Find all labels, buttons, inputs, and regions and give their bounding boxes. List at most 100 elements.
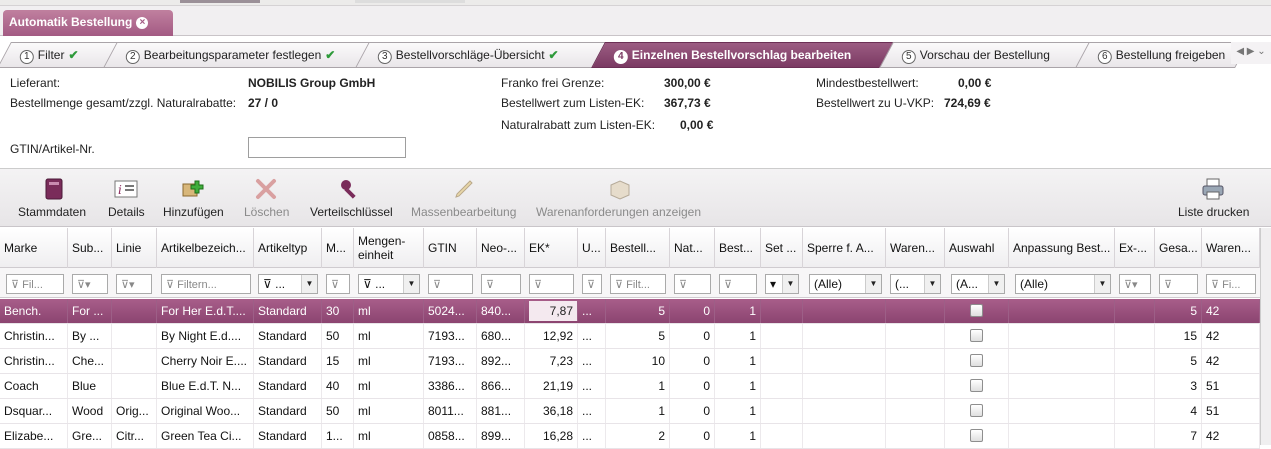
col-ex[interactable]: Ex-...	[1115, 228, 1155, 268]
wizard-step-vorschau[interactable]: 5 Vorschau der Bestellung	[879, 42, 1091, 68]
filter-auswahl[interactable]: (A... ▼	[951, 274, 1005, 294]
wizard-step-bestellvorschlaege[interactable]: 3 Bestellvorschläge-Übersicht ✔	[355, 42, 609, 68]
cell-marke: Christin...	[0, 324, 68, 348]
filter-gtin[interactable]: ⊽	[428, 274, 473, 294]
col-artikeltyp[interactable]: Artikeltyp	[254, 228, 322, 268]
select-checkbox[interactable]	[970, 404, 983, 417]
col-bestell[interactable]: Bestell...	[606, 228, 670, 268]
filter-text: Fil...	[22, 279, 43, 291]
col-sub[interactable]: Sub...	[68, 228, 112, 268]
filter-einheit[interactable]: ⊽ ... ▼	[358, 274, 420, 294]
filter-linie[interactable]: ⊽▾	[116, 274, 152, 294]
cell-ek[interactable]: 36,18	[525, 399, 578, 423]
filter-anpassung[interactable]: (Alle) ▼	[1015, 274, 1111, 294]
wizard-step-freigeben[interactable]: 6 Bestellung freigeben	[1075, 42, 1249, 68]
filter-neo[interactable]: ⊽	[481, 274, 521, 294]
filter-best[interactable]: ⊽	[719, 274, 757, 294]
cell-ex	[1115, 299, 1155, 323]
tab-title: Automatik Bestellung	[9, 15, 133, 29]
tab-automatik-bestellung[interactable]: Automatik Bestellung ×	[3, 10, 173, 36]
table-row[interactable]: Christin... By ... By Night E.d.... Stan…	[0, 324, 1260, 349]
col-artikelbezeichnung[interactable]: Artikelbezeich...	[157, 228, 254, 268]
hinzufuegen-icon[interactable]	[180, 177, 204, 201]
table-row[interactable]: Coach Blue Blue E.d.T. N... Standard 40 …	[0, 374, 1260, 399]
cell-ek[interactable]: 16,28	[525, 424, 578, 448]
col-ek[interactable]: EK*	[525, 228, 578, 268]
filter-artikel[interactable]: ⊽ Filtern...	[161, 274, 251, 294]
cell-gtin: 8011...	[424, 399, 477, 423]
filter-artikeltyp[interactable]: ⊽ ... ▼	[258, 274, 318, 294]
filter-u[interactable]: ⊽	[582, 274, 602, 294]
warenanforderungen-button: Warenanforderungen anzeigen	[536, 205, 702, 219]
liste-drucken-button[interactable]: Liste drucken	[1178, 205, 1249, 219]
filter-marke[interactable]: ⊽ Fil...	[6, 274, 64, 294]
document-tab-bar: Automatik Bestellung ×	[0, 6, 1271, 36]
col-linie[interactable]: Linie	[112, 228, 157, 268]
col-nat[interactable]: Nat...	[670, 228, 715, 268]
col-waren[interactable]: Waren...	[886, 228, 945, 268]
cell-ek[interactable]: 7,23	[525, 349, 578, 373]
cell-best: 1	[715, 374, 761, 398]
cell-sub: For ...	[68, 299, 112, 323]
cell-ek[interactable]: 21,19	[525, 374, 578, 398]
filter-ek[interactable]: ⊽	[529, 274, 574, 294]
step-label: Bestellvorschläge-Übersicht	[395, 48, 545, 62]
filter-waren2[interactable]: ⊽ Fi...	[1206, 274, 1256, 294]
filter-waren[interactable]: (... ▼	[890, 274, 941, 294]
step-number: 1	[19, 50, 34, 64]
cell-m: 40	[322, 374, 354, 398]
cell-sub: Che...	[68, 349, 112, 373]
col-anpassung[interactable]: Anpassung Best...	[1009, 228, 1115, 268]
col-best[interactable]: Best...	[715, 228, 761, 268]
filter-bestell[interactable]: ⊽ Filt...	[610, 274, 666, 294]
filter-set[interactable]: ▾ ▼	[765, 274, 799, 294]
cell-ek-editor[interactable]: 7,87	[529, 301, 578, 321]
cell-typ: Standard	[254, 299, 322, 323]
col-set[interactable]: Set ...	[761, 228, 803, 268]
filter-sperre[interactable]: (Alle) ▼	[809, 274, 882, 294]
col-u[interactable]: U...	[578, 228, 606, 268]
close-icon[interactable]: ×	[136, 16, 149, 29]
wizard-step-bearbeitungsparameter[interactable]: 2 Bearbeitungsparameter festlegen ✔	[103, 42, 373, 68]
table-row[interactable]: Bench. For ... For Her E.d.T.... Standar…	[0, 299, 1260, 324]
col-mengeneinheit[interactable]: Mengen- einheit	[354, 228, 424, 268]
col-auswahl[interactable]: Auswahl	[945, 228, 1009, 268]
stammdaten-button[interactable]: Stammdaten	[18, 205, 86, 219]
step-number: 3	[377, 50, 392, 64]
table-row[interactable]: Elizabe... Gre... Citr... Green Tea Ci..…	[0, 424, 1260, 449]
vertical-scrollbar[interactable]	[1260, 228, 1271, 445]
col-neo[interactable]: Neo-...	[477, 228, 525, 268]
select-checkbox[interactable]	[970, 429, 983, 442]
table-row[interactable]: Christin... Che... Cherry Noir E.... Sta…	[0, 349, 1260, 374]
select-checkbox[interactable]	[970, 329, 983, 342]
hinzufuegen-button[interactable]: Hinzufügen	[163, 205, 224, 219]
key-icon[interactable]	[338, 177, 362, 201]
select-checkbox[interactable]	[970, 354, 983, 367]
wizard-step-einzelnen-bestellvorschlag[interactable]: 4 Einzelnen Bestellvorschlag bearbeiten	[591, 42, 895, 68]
select-checkbox[interactable]	[970, 304, 983, 317]
details-icon[interactable]: i	[114, 177, 138, 201]
col-waren2[interactable]: Waren...	[1202, 228, 1260, 268]
details-button[interactable]: Details	[108, 205, 145, 219]
stammdaten-icon[interactable]	[42, 177, 66, 201]
filter-sub[interactable]: ⊽▾	[72, 274, 108, 294]
verteilschluessel-button[interactable]: Verteilschlüssel	[310, 205, 393, 219]
col-gesa[interactable]: Gesa...	[1155, 228, 1202, 268]
col-sperre[interactable]: Sperre f. A...	[803, 228, 886, 268]
menge-value: 27 / 0	[248, 96, 279, 110]
col-marke[interactable]: Marke	[0, 228, 68, 268]
select-checkbox[interactable]	[970, 379, 983, 392]
filter-gesa[interactable]: ⊽	[1159, 274, 1198, 294]
table-row[interactable]: Dsquar... Wood Orig... Original Woo... S…	[0, 399, 1260, 424]
svg-text:i: i	[118, 183, 122, 197]
filter-ex[interactable]: ⊽▾	[1119, 274, 1151, 294]
printer-icon[interactable]	[1201, 177, 1225, 201]
filter-row: ⊽ Fil... ⊽▾ ⊽▾ ⊽ Filtern... ⊽ ... ▼ ⊽ ⊽ .…	[0, 268, 1271, 298]
col-gtin[interactable]: GTIN	[424, 228, 477, 268]
filter-nat[interactable]: ⊽	[674, 274, 711, 294]
col-m[interactable]: M...	[322, 228, 354, 268]
gtin-input[interactable]	[248, 137, 406, 158]
filter-m[interactable]: ⊽	[326, 274, 350, 294]
wizard-scroll-arrows[interactable]: ◀ ▶ ⌄	[1231, 42, 1271, 64]
cell-ek[interactable]: 12,92	[525, 324, 578, 348]
